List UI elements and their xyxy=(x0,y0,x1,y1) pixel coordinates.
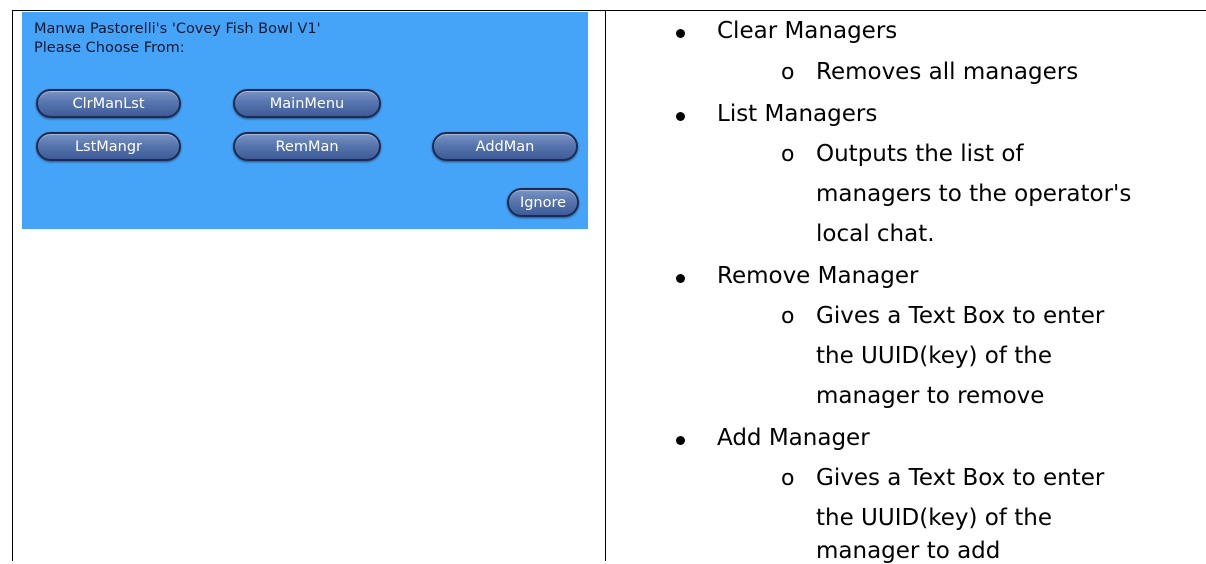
bullet-icon xyxy=(676,274,685,283)
bullet-icon xyxy=(676,29,685,38)
list-item-desc: Outputs the list of xyxy=(816,141,1024,167)
dialog-title-line: Manwa Pastorelli's 'Covey Fish Bowl V1' xyxy=(34,21,321,37)
mainmenu-button[interactable]: MainMenu xyxy=(233,89,381,118)
bullet-icon xyxy=(676,112,685,121)
bullet-icon xyxy=(676,436,685,445)
lstmangr-button[interactable]: LstMangr xyxy=(36,132,181,161)
addman-button[interactable]: AddMan xyxy=(432,132,578,161)
list-item-desc: manager to add xyxy=(816,538,1001,564)
ignore-button[interactable]: Ignore xyxy=(507,188,579,217)
list-item-label: Remove Manager xyxy=(717,263,919,289)
table-border-left xyxy=(12,10,13,561)
sub-bullet-icon: o xyxy=(781,60,795,85)
clrmanlst-button[interactable]: ClrManLst xyxy=(36,89,181,118)
list-item-desc: the UUID(key) of the xyxy=(816,343,1052,369)
sub-bullet-icon: o xyxy=(781,304,795,329)
dialog-prompt-line: Please Choose From: xyxy=(34,40,185,56)
list-item-desc: local chat. xyxy=(816,221,935,247)
table-border-top xyxy=(12,10,1206,11)
list-item-desc: managers to the operator's xyxy=(816,181,1132,207)
list-item-desc: the UUID(key) of the xyxy=(816,505,1052,531)
list-item-desc: manager to remove xyxy=(816,383,1045,409)
list-item-desc: Gives a Text Box to enter xyxy=(816,303,1105,329)
lsl-dialog: Manwa Pastorelli's 'Covey Fish Bowl V1' … xyxy=(22,12,588,229)
list-item-label: Clear Managers xyxy=(717,18,898,44)
remman-button[interactable]: RemMan xyxy=(233,132,381,161)
list-item-desc: Removes all managers xyxy=(816,59,1079,85)
list-item-label: List Managers xyxy=(717,101,878,127)
table-border-middle xyxy=(605,10,606,561)
sub-bullet-icon: o xyxy=(781,142,795,167)
sub-bullet-icon: o xyxy=(781,466,795,491)
list-item-label: Add Manager xyxy=(717,425,870,451)
dialog-message: Manwa Pastorelli's 'Covey Fish Bowl V1' … xyxy=(34,20,321,58)
list-item-desc: Gives a Text Box to enter xyxy=(816,465,1105,491)
